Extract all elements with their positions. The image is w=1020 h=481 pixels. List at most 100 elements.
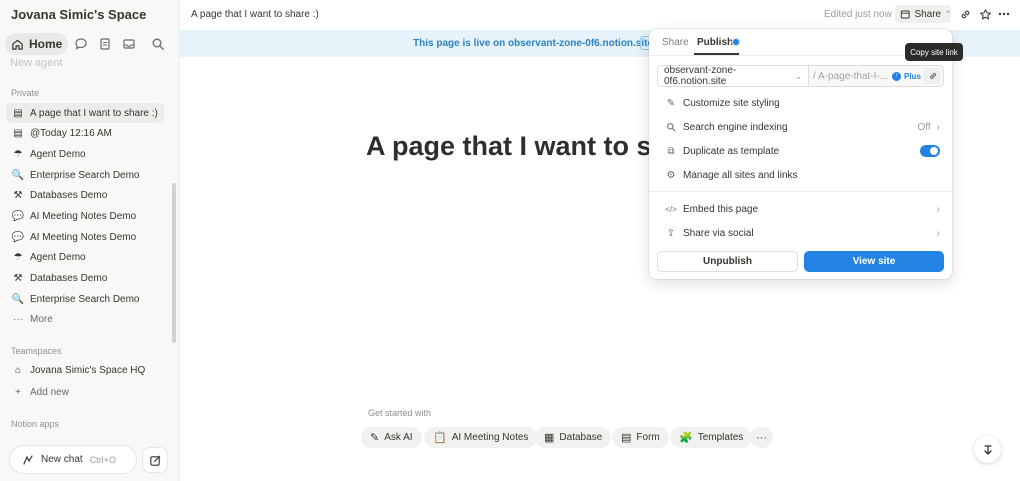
link-icon[interactable] xyxy=(957,6,973,22)
chip-database[interactable]: ▦ Database xyxy=(535,427,612,448)
workspace-title[interactable]: Jovana Simic's Space xyxy=(11,7,146,22)
sidebar-item-teamspace-hq[interactable]: ⌂ Jovana Simic's Space HQ xyxy=(6,360,164,380)
sidebar-item[interactable]: ▤ A page that I want to share :) xyxy=(6,103,164,123)
sidebar-item-label: A page that I want to share :) xyxy=(30,107,158,119)
tools-icon: ⚒ xyxy=(13,272,23,284)
divider xyxy=(649,191,952,192)
row-label: Manage all sites and links xyxy=(683,169,798,181)
inbox-icon[interactable] xyxy=(118,33,140,55)
duplicate-icon: ⧉ xyxy=(667,145,675,157)
share-button[interactable]: Share ⌃ xyxy=(895,5,951,23)
add-new-label: Add new xyxy=(30,386,69,398)
home-icon xyxy=(12,39,23,50)
row-label: Customize site styling xyxy=(683,97,780,109)
sidebar-item-label: AI Meeting Notes Demo xyxy=(30,210,137,222)
globe-icon xyxy=(900,10,910,18)
ai-icon: ✎ xyxy=(370,432,380,444)
chip-templates[interactable]: 🧩 Templates xyxy=(670,427,753,448)
sidebar-scrollbar[interactable] xyxy=(172,183,176,343)
chip-label: Database xyxy=(559,432,603,443)
banner-text[interactable]: This page is live on observant-zone-0f6.… xyxy=(413,38,653,49)
clipboard-icon: 📋 xyxy=(433,432,447,444)
chip-label: Templates xyxy=(697,432,744,443)
breadcrumb[interactable]: A page that I want to share :) xyxy=(191,9,319,20)
new-chat-button[interactable]: New chat Ctrl+O xyxy=(10,446,136,473)
sidebar-item[interactable]: ⚒ Databases Demo xyxy=(6,268,164,288)
help-button[interactable] xyxy=(974,436,1001,463)
star-icon[interactable] xyxy=(977,6,993,22)
sidebar-item-label: Agent Demo xyxy=(30,251,86,263)
chip-ask-ai[interactable]: ✎ Ask AI xyxy=(361,427,422,448)
sidebar-item-label: Jovana Simic's Space HQ xyxy=(30,364,146,376)
add-new-teamspace[interactable]: + Add new xyxy=(6,382,164,402)
copy-site-link-button[interactable] xyxy=(924,68,941,84)
sidebar-item-label: Databases Demo xyxy=(30,272,108,284)
compose-icon xyxy=(149,455,160,466)
speech-bubble-icon: 💬 xyxy=(11,210,25,222)
edited-status: Edited just now xyxy=(824,9,892,20)
sidebar-item-label: AI Meeting Notes Demo xyxy=(30,231,137,243)
sidebar-item[interactable]: ☂ Agent Demo xyxy=(6,247,164,267)
plus-label: Plus xyxy=(904,71,921,81)
duplicate-as-template-row[interactable]: ⧉ Duplicate as template xyxy=(665,143,940,159)
tab-publish[interactable]: Publish xyxy=(697,37,733,48)
customize-site-styling-row[interactable]: ✎ Customize site styling xyxy=(665,95,940,111)
sidebar-item[interactable]: ⚒ Databases Demo xyxy=(6,185,164,205)
row-label: Embed this page xyxy=(683,203,759,215)
chip-more[interactable]: ··· xyxy=(750,427,773,448)
sidebar-item[interactable]: 🔍 Enterprise Search Demo xyxy=(6,289,164,309)
faded-new-agent-row: New agent xyxy=(10,57,63,69)
sidebar-item[interactable]: ··· More xyxy=(6,309,164,329)
compose-button[interactable] xyxy=(143,448,167,472)
chevron-right-icon: › xyxy=(936,203,940,215)
unpublish-button[interactable]: Unpublish xyxy=(657,251,798,272)
speech-bubble-icon: 💬 xyxy=(11,231,25,243)
search-engine-indexing-row[interactable]: Search engine indexing Off › xyxy=(665,119,940,135)
sidebar-item[interactable]: 💬 AI Meeting Notes Demo xyxy=(6,227,164,247)
share-label: Share xyxy=(914,8,942,20)
share-via-social-row[interactable]: ⇪ Share via social › xyxy=(665,225,940,241)
sidebar-item[interactable]: 💬 AI Meeting Notes Demo xyxy=(6,206,164,226)
umbrella-icon: ☂ xyxy=(13,148,23,160)
more-icon: ··· xyxy=(756,431,767,444)
manage-sites-row[interactable]: ⚙ Manage all sites and links xyxy=(665,167,940,183)
more-horizontal-icon[interactable] xyxy=(996,6,1012,22)
tab-share[interactable]: Share xyxy=(662,37,689,48)
chip-label: Form xyxy=(636,432,660,443)
embed-page-row[interactable]: </> Embed this page › xyxy=(665,201,940,217)
site-domain-select[interactable]: observant-zone-0f6.notion.site ⌄ xyxy=(658,65,809,87)
site-url-field[interactable]: observant-zone-0f6.notion.site ⌄ / A-pag… xyxy=(657,65,944,87)
brush-icon: ✎ xyxy=(666,97,676,109)
private-section-label: Private xyxy=(11,88,40,98)
share-out-icon: ⇪ xyxy=(666,227,676,239)
chip-label: Ask AI xyxy=(384,432,413,443)
search-icon[interactable] xyxy=(147,33,169,55)
templates-icon: 🧩 xyxy=(679,432,693,444)
home-button[interactable]: Home xyxy=(5,33,69,55)
form-icon: ▤ xyxy=(621,432,632,444)
code-icon: </> xyxy=(665,204,677,214)
magnifier-icon: 🔍 xyxy=(11,293,25,305)
page-title[interactable]: A page that I want to share :) xyxy=(366,131,656,162)
sidebar-item[interactable]: ☂ Agent Demo xyxy=(6,144,164,164)
copy-site-link-tooltip: Copy site link xyxy=(905,43,963,61)
sidebar: Jovana Simic's Space Home New agent Priv… xyxy=(0,0,180,481)
site-path[interactable]: / A-page-that-I-... xyxy=(809,71,889,82)
chip-form[interactable]: ▤ Form xyxy=(612,427,669,448)
sidebar-item[interactable]: 🔍 Enterprise Search Demo xyxy=(6,165,164,185)
search-icon xyxy=(665,122,677,132)
sidebar-item[interactable]: ▤ @Today 12:16 AM xyxy=(6,123,164,143)
view-site-button[interactable]: View site xyxy=(804,251,944,272)
chat-bubble-icon[interactable] xyxy=(70,33,92,55)
duplicate-template-toggle[interactable] xyxy=(920,145,940,157)
sidebar-item-label: Enterprise Search Demo xyxy=(30,169,140,181)
chevron-right-icon: › xyxy=(936,121,940,133)
link-icon xyxy=(929,72,936,80)
gear-icon: ⚙ xyxy=(666,169,676,181)
new-chat-label: New chat xyxy=(41,454,83,465)
sidebar-item-label: More xyxy=(30,313,53,325)
plus-badge[interactable]: ↑ Plus xyxy=(892,71,921,81)
chip-ai-meeting-notes[interactable]: 📋 AI Meeting Notes xyxy=(424,427,538,448)
indexing-value: Off xyxy=(917,121,931,133)
tasks-icon[interactable] xyxy=(94,33,116,55)
